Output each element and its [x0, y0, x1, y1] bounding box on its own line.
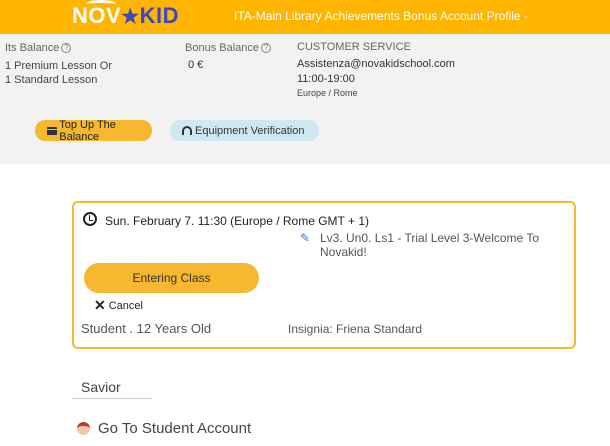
equipment-verification-button[interactable]: Equipment Verification — [170, 120, 319, 141]
logo-star-icon: ★ — [121, 6, 140, 28]
lesson-time: Sun. February 7. 11:30 (Europe / Rome GM… — [105, 214, 370, 228]
section-divider — [72, 398, 152, 399]
balance-block: Its Balance? 1 Premium Lesson Or 1 Stand… — [5, 42, 112, 87]
customer-service-block: CUSTOMER SERVICE Assistenza@novakidschoo… — [297, 41, 455, 98]
lesson-badge: Insignia: Friena Standard — [288, 322, 423, 336]
balance-line-1: 1 Premium Lesson Or — [5, 60, 112, 72]
headphones-icon — [182, 126, 192, 135]
bonus-block: Bonus Balance? 0 € — [185, 42, 271, 71]
account-info-band: Its Balance? 1 Premium Lesson Or 1 Stand… — [0, 34, 610, 164]
bonus-value: 0 € — [188, 59, 204, 71]
main-nav[interactable]: ITA-Main Library Achievements Bonus Acco… — [234, 9, 528, 23]
service-email[interactable]: Assistenza@novakidschool.com — [297, 57, 455, 72]
balance-label: Its Balance — [5, 42, 60, 54]
novakid-logo[interactable]: NOV★KID — [72, 0, 180, 29]
go-student-label: Go To Student Account — [98, 420, 252, 437]
credit-card-icon — [47, 126, 59, 135]
close-icon: ✕ — [94, 297, 106, 313]
top-up-balance-button[interactable]: Top Up The Balance — [35, 118, 152, 143]
student-avatar-icon — [77, 422, 90, 435]
service-hours: 11:00-19:00 — [297, 73, 355, 85]
customer-service-label: CUSTOMER SERVICE — [297, 41, 411, 53]
service-timezone: Europe / Rome — [297, 88, 358, 98]
logo-swoosh — [86, 0, 116, 8]
cancel-label: Cancel — [108, 299, 143, 312]
bonus-label: Bonus Balance — [185, 42, 259, 54]
equipment-label: Equipment Verification — [195, 124, 305, 137]
section-title: Savior — [81, 379, 121, 395]
go-to-student-account-link[interactable]: Go To Student Account — [77, 420, 251, 437]
cancel-button[interactable]: ✕ Cancel — [94, 297, 143, 314]
top-up-label: Top Up The Balance — [59, 118, 116, 143]
student-info: Student . 12 Years Old — [81, 321, 212, 336]
help-icon[interactable]: ? — [261, 43, 271, 54]
enter-class-button[interactable]: Entering Class — [84, 263, 259, 293]
lesson-title: Lv3. Un0. Ls1 - Trial Level 3-Welcome To… — [320, 231, 539, 259]
pencil-icon: ✎ — [300, 231, 311, 245]
logo-text-right: KID — [139, 3, 180, 28]
help-icon[interactable]: ? — [61, 43, 72, 54]
top-header: NOV★KID ITA-Main Library Achievements Bo… — [0, 0, 610, 34]
clock-icon — [83, 212, 97, 226]
balance-line-2: 1 Standard Lesson — [5, 74, 98, 86]
lesson-card: Sun. February 7. 11:30 (Europe / Rome GM… — [72, 201, 576, 349]
